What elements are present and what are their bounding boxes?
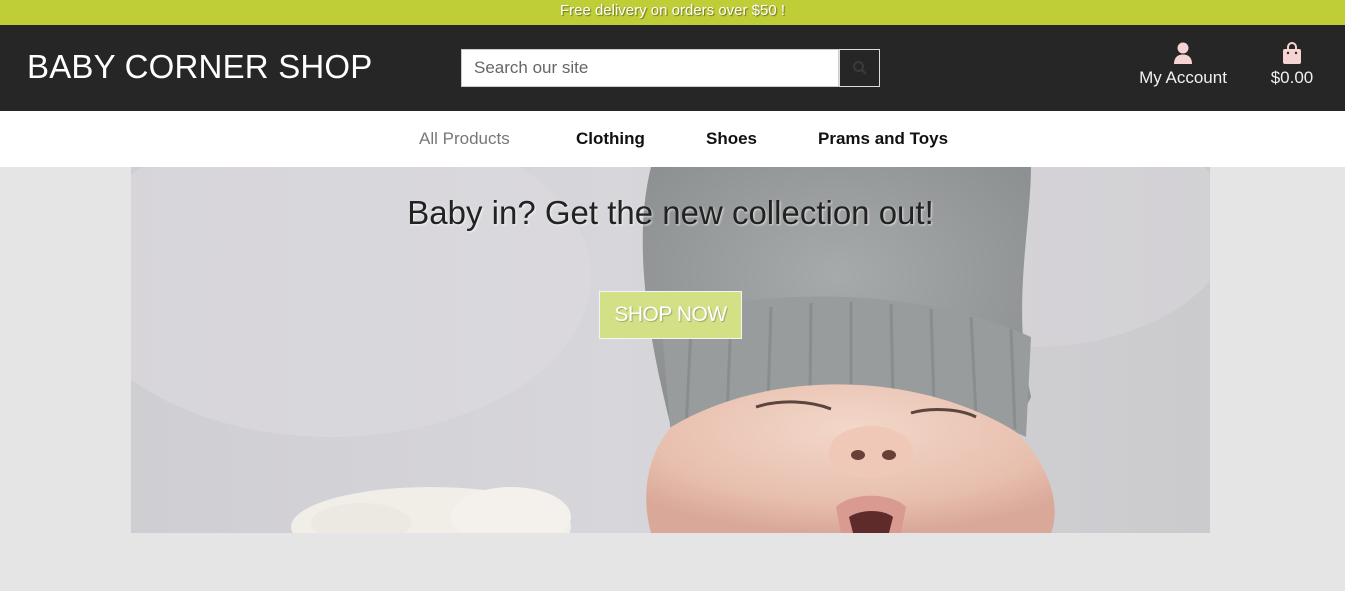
cart-link[interactable]: $0.00 <box>1262 42 1322 88</box>
nav-item-shoes[interactable]: Shoes <box>706 129 757 149</box>
promo-text: Free delivery on orders over $50 ! <box>559 2 786 19</box>
site-header: BABY CORNER SHOP My Account <box>0 25 1345 111</box>
shopping-bag-icon <box>1282 42 1302 64</box>
nav-item-prams-and-toys[interactable]: Prams and Toys <box>818 129 948 149</box>
my-account-link[interactable]: My Account <box>1136 42 1230 88</box>
user-icon <box>1173 42 1193 64</box>
hero-heading: Baby in? Get the new collection out! <box>407 194 934 231</box>
nav-item-all-products[interactable]: All Products <box>419 129 510 149</box>
shop-now-button[interactable]: SHOP NOW <box>599 291 742 339</box>
hero-banner: Baby in? Get the new collection out! SHO… <box>131 167 1210 533</box>
cart-total: $0.00 <box>1270 68 1314 87</box>
search-input[interactable] <box>461 49 839 87</box>
promo-bar: Free delivery on orders over $50 ! <box>0 0 1345 25</box>
main-nav: All Products Clothing Shoes Prams and To… <box>0 111 1345 167</box>
search-button[interactable] <box>839 49 880 87</box>
search-form <box>461 49 880 87</box>
brand-logo[interactable]: BABY CORNER SHOP <box>27 47 373 87</box>
search-icon <box>852 61 867 75</box>
nav-item-clothing[interactable]: Clothing <box>576 129 645 149</box>
my-account-label: My Account <box>1139 68 1227 87</box>
